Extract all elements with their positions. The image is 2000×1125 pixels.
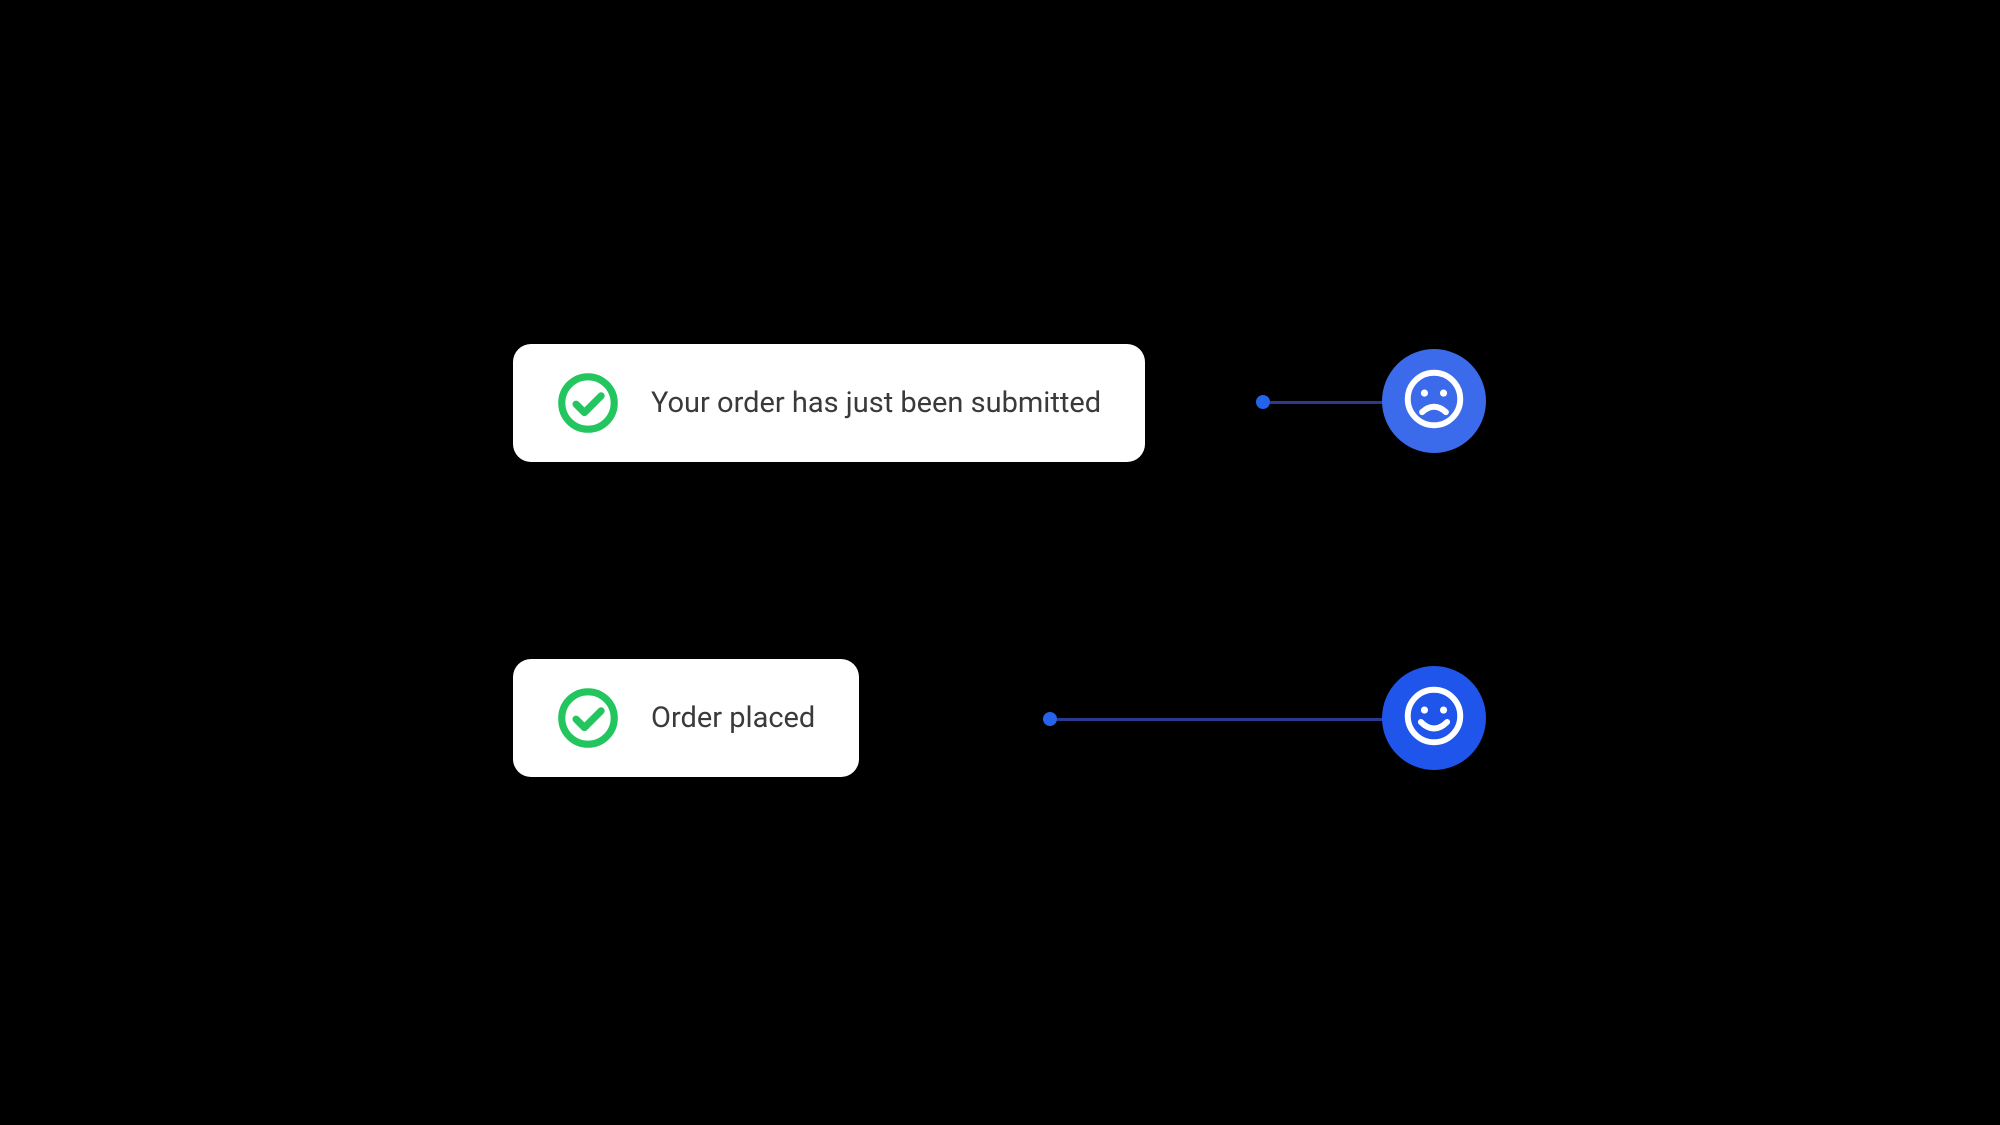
connector-line [1043,712,1397,726]
notification-card: Your order has just been submitted [513,344,1145,462]
connector-segment [1270,401,1390,404]
check-circle-icon [557,372,619,434]
mood-badge-sad [1382,349,1486,453]
notification-card: Order placed [513,659,859,777]
mood-badge-happy [1382,666,1486,770]
check-circle-icon [557,687,619,749]
notification-text: Order placed [651,701,815,735]
frown-face-icon [1403,368,1465,434]
notification-text: Your order has just been submitted [651,386,1101,420]
connector-line [1256,395,1390,409]
connector-segment [1057,718,1397,721]
connector-dot-icon [1043,712,1057,726]
connector-dot-icon [1256,395,1270,409]
smile-face-icon [1403,685,1465,751]
